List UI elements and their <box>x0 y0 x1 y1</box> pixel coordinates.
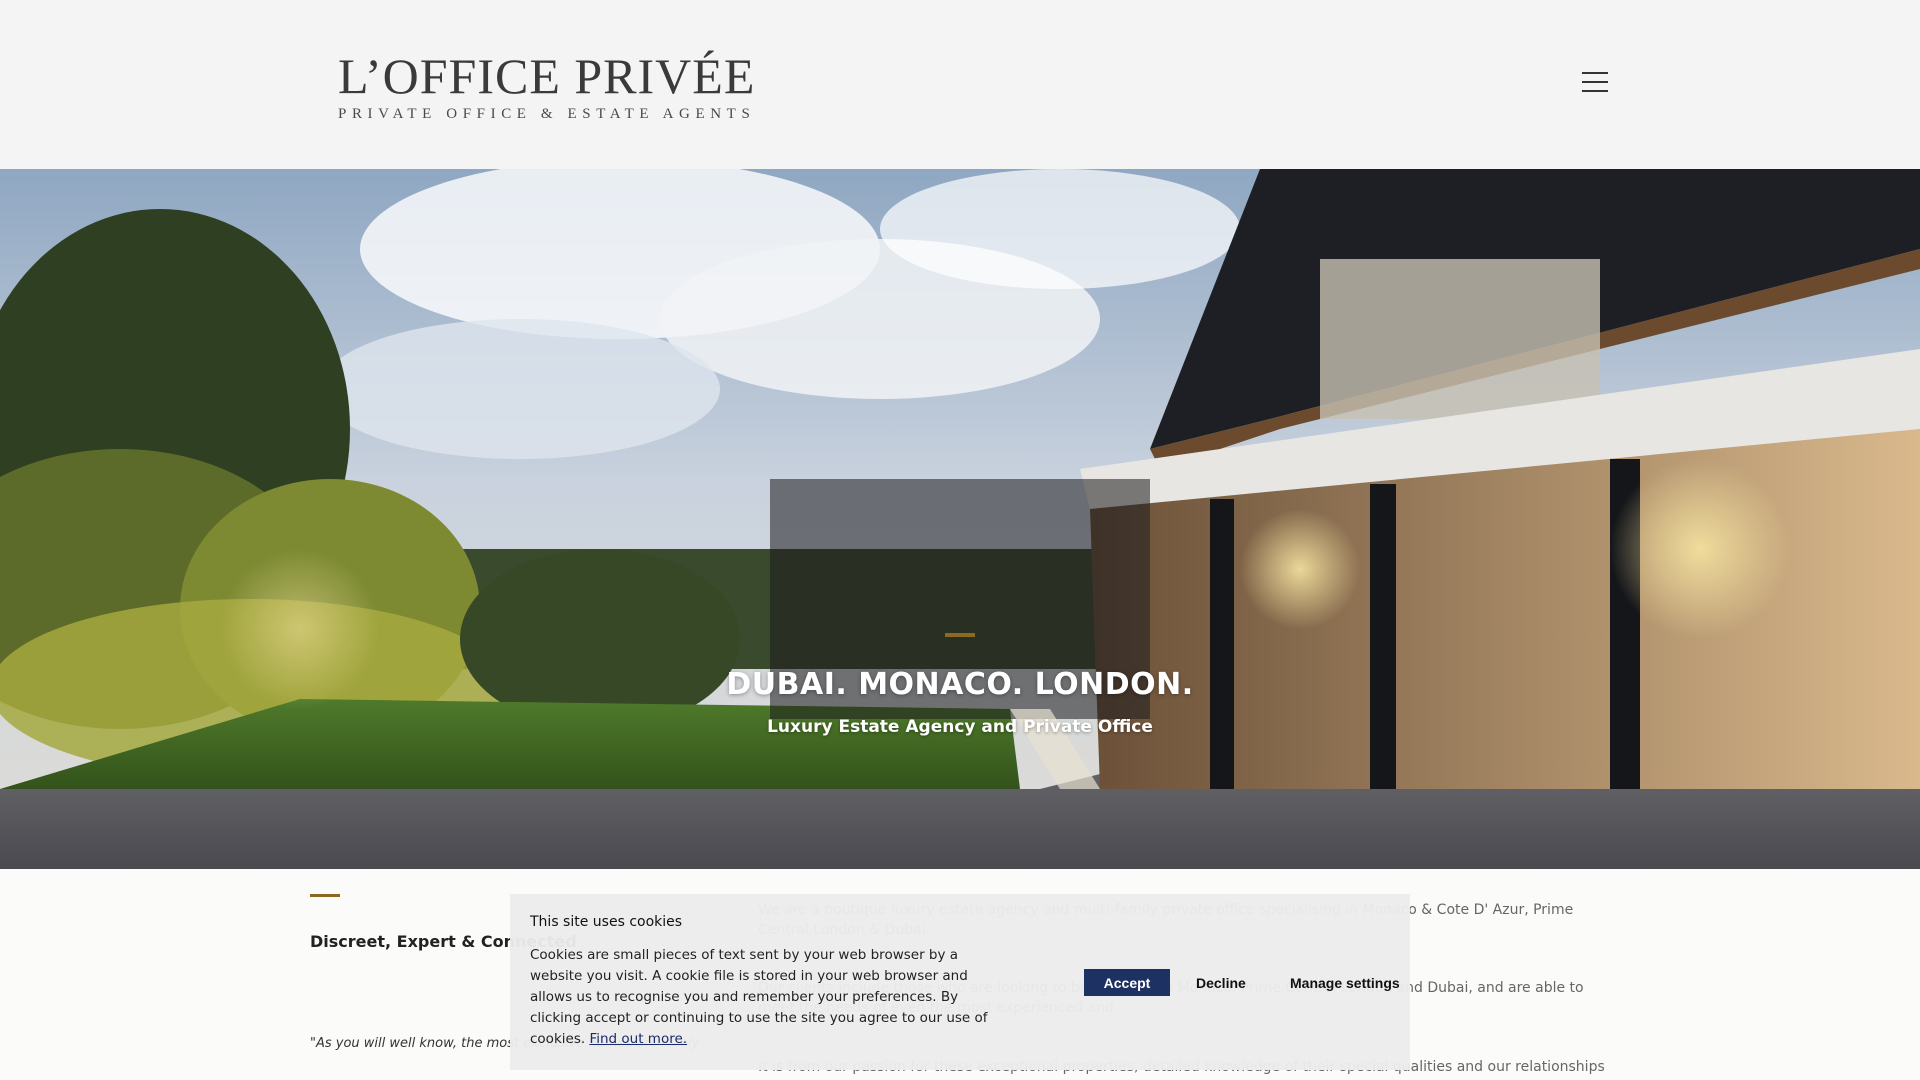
cookie-manage-settings-button[interactable]: Manage settings <box>1280 969 1410 996</box>
cookie-title: This site uses cookies <box>530 914 683 930</box>
logo-tagline: PRIVATE OFFICE & ESTATE AGENTS <box>338 106 756 122</box>
hero-accent-bar <box>945 633 975 637</box>
logo-wordmark: L’OFFICE PRIVÉE <box>338 48 756 104</box>
hero-title: DUBAI. MONACO. LONDON. <box>726 667 1194 702</box>
hamburger-menu-icon[interactable] <box>1582 72 1612 96</box>
cookie-text: Cookies are small pieces of text sent by… <box>530 945 990 1050</box>
site-header: L’OFFICE PRIVÉE PRIVATE OFFICE & ESTATE … <box>0 0 1920 169</box>
cookie-accept-button[interactable]: Accept <box>1084 969 1170 996</box>
cookie-banner: This site uses cookies Cookies are small… <box>510 894 1410 1070</box>
site-logo[interactable]: L’OFFICE PRIVÉE PRIVATE OFFICE & ESTATE … <box>338 48 755 123</box>
hero-subtitle: Luxury Estate Agency and Private Office <box>767 717 1153 737</box>
intro-accent-bar <box>310 894 340 897</box>
cookie-find-out-more-link[interactable]: Find out more. <box>589 1031 687 1047</box>
cookie-decline-button[interactable]: Decline <box>1186 969 1256 996</box>
hero-background-image <box>0 169 1920 869</box>
hero-banner: DUBAI. MONACO. LONDON. Luxury Estate Age… <box>0 169 1920 869</box>
